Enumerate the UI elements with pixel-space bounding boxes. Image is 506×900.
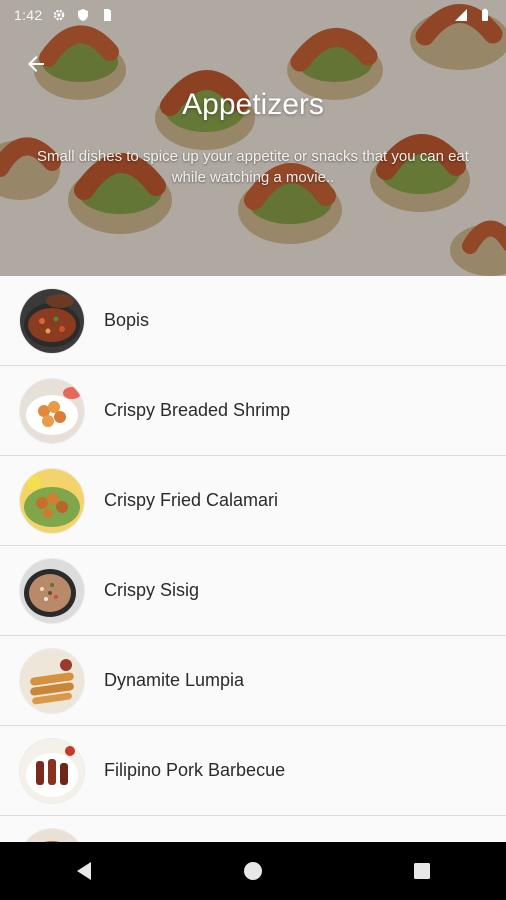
recipe-item-dynamite-lumpia[interactable]: Dynamite Lumpia: [0, 636, 506, 726]
status-time: 1:42: [14, 7, 43, 23]
crispy-sisig-thumbnail: [20, 558, 84, 623]
signal-icon: [455, 9, 467, 21]
recipe-item-crispy-breaded-shrimp[interactable]: Crispy Breaded Shrimp: [0, 366, 506, 456]
recipe-name: Filipino Pork Barbecue: [104, 760, 286, 780]
recipe-item-bopis[interactable]: Bopis: [0, 276, 506, 366]
recipe-list: Bopis Crispy Breaded Shrimp Crispy Fried…: [0, 276, 506, 842]
back-triangle-icon: [77, 862, 92, 880]
nav-recents-button[interactable]: [392, 842, 452, 900]
home-circle-icon: [243, 862, 262, 880]
nav-back-button[interactable]: [54, 842, 114, 900]
recipe-name: Crispy Breaded Shrimp: [104, 400, 291, 420]
page-title: Appetizers: [182, 88, 324, 121]
next-recipe-thumbnail: [20, 828, 84, 842]
shield-icon: [78, 9, 89, 21]
recipe-name: Dynamite Lumpia: [104, 670, 245, 690]
recipe-item-filipino-pork-barbecue[interactable]: Filipino Pork Barbecue: [0, 726, 506, 816]
header-overlay: [0, 0, 506, 276]
recipe-item-partial[interactable]: [0, 816, 506, 842]
header-hero: 1:42 Appetizers Small dishes to spice up…: [0, 0, 506, 276]
recipe-name: Crispy Fried Calamari: [104, 490, 279, 510]
recipe-name: Crispy Sisig: [104, 580, 200, 600]
recents-square-icon: [413, 863, 430, 879]
app-screen: 1:42 Appetizers Small dishes to spice up…: [0, 0, 506, 900]
page-subtitle: Small dishes to spice up your appetite o…: [37, 148, 469, 186]
back-button[interactable]: [18, 46, 54, 82]
recipe-item-crispy-fried-calamari[interactable]: Crispy Fried Calamari: [0, 456, 506, 546]
crispy-breaded-shrimp-thumbnail: [20, 378, 84, 443]
sim-icon: [104, 9, 112, 21]
settings-icon: [54, 9, 65, 21]
dynamite-lumpia-thumbnail: [20, 648, 84, 713]
recipe-name: Bopis: [104, 310, 150, 330]
crispy-fried-calamari-thumbnail: [20, 468, 84, 533]
status-bar: 1:42: [0, 0, 506, 30]
bopis-thumbnail: [20, 288, 84, 353]
recipe-item-crispy-sisig[interactable]: Crispy Sisig: [0, 546, 506, 636]
filipino-pork-barbecue-thumbnail: [20, 738, 84, 803]
system-nav-bar: [0, 842, 506, 900]
arrow-back-icon: [28, 56, 44, 72]
nav-home-button[interactable]: [223, 842, 283, 900]
battery-icon: [482, 8, 488, 21]
